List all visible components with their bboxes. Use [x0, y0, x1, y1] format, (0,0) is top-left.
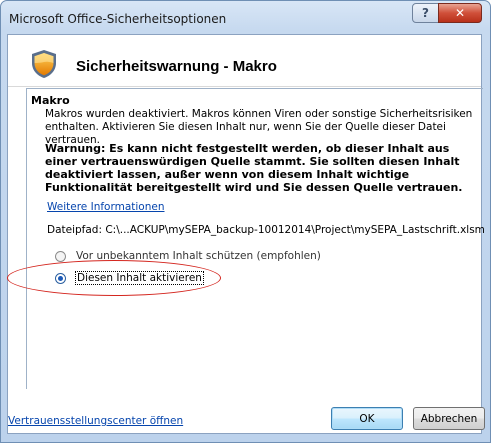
title-bar[interactable]: Microsoft Office-Sicherheitsoptionen ? ✕: [1, 1, 490, 35]
security-warning-text: Warnung: Es kann nicht festgestellt werd…: [45, 142, 463, 194]
cancel-button[interactable]: Abbrechen: [413, 407, 485, 430]
header-title: Sicherheitswarnung - Makro: [76, 58, 277, 75]
close-icon: ✕: [454, 6, 466, 20]
help-icon: ?: [422, 6, 429, 20]
shield-icon: [32, 50, 56, 78]
window-title: Microsoft Office-Sicherheitsoptionen: [9, 12, 227, 26]
section-title: Makro: [31, 94, 70, 107]
close-button[interactable]: ✕: [438, 3, 482, 23]
file-path: Dateipfad: C:\...ACKUP\mySEPA_backup-100…: [47, 224, 485, 236]
ok-button[interactable]: OK: [331, 407, 403, 430]
more-info-link[interactable]: Weitere Informationen: [47, 201, 165, 213]
red-annotation-ellipse: [7, 260, 221, 296]
trust-center-link[interactable]: Vertrauensstellungscenter öffnen: [8, 415, 183, 427]
help-button[interactable]: ?: [412, 3, 439, 23]
radio-protect[interactable]: [55, 250, 66, 262]
